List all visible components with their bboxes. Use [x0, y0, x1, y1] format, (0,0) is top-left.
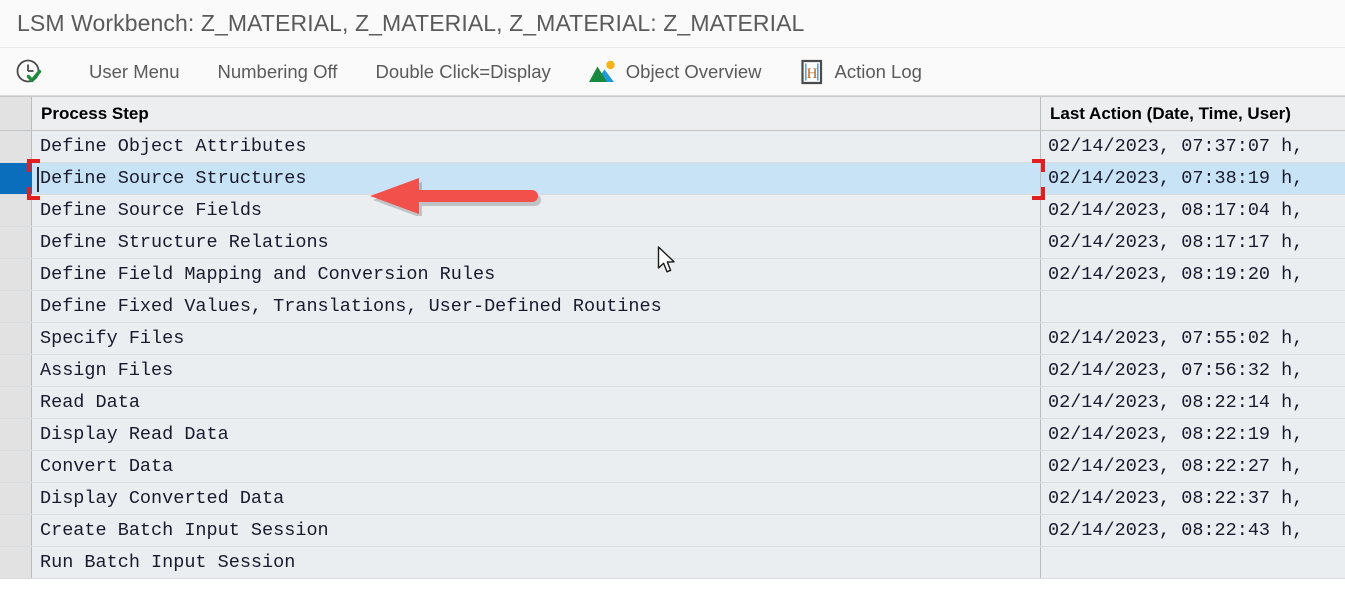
toolbar: User Menu Numbering Off Double Click=Dis…: [0, 48, 1345, 96]
table-row[interactable]: Define Field Mapping and Conversion Rule…: [0, 259, 1345, 291]
cell-last-action[interactable]: 02/14/2023, 08:22:19 h,: [1040, 419, 1345, 450]
cell-last-action[interactable]: 02/14/2023, 07:37:07 h,: [1040, 131, 1345, 162]
object-overview-label: Object Overview: [626, 61, 762, 83]
row-selector[interactable]: [0, 291, 32, 322]
cell-process-step[interactable]: Run Batch Input Session: [32, 547, 1040, 578]
cell-process-step[interactable]: Define Source Structures: [32, 163, 1040, 194]
status-check-button[interactable]: [6, 52, 61, 92]
cell-process-step[interactable]: Specify Files: [32, 323, 1040, 354]
table-row[interactable]: Read Data02/14/2023, 08:22:14 h,: [0, 387, 1345, 419]
header-gutter: [0, 97, 32, 130]
row-selector[interactable]: [0, 419, 32, 450]
table-row[interactable]: Run Batch Input Session: [0, 547, 1345, 579]
cell-last-action[interactable]: 02/14/2023, 08:19:20 h,: [1040, 259, 1345, 290]
action-log-icon: H: [799, 58, 825, 86]
table-row[interactable]: Create Batch Input Session02/14/2023, 08…: [0, 515, 1345, 547]
row-selector[interactable]: [0, 451, 32, 482]
table-row[interactable]: Define Source Structures02/14/2023, 07:3…: [0, 163, 1345, 195]
table-row[interactable]: Define Fixed Values, Translations, User-…: [0, 291, 1345, 323]
cell-last-action[interactable]: 02/14/2023, 08:22:37 h,: [1040, 483, 1345, 514]
cell-last-action[interactable]: 02/14/2023, 07:55:02 h,: [1040, 323, 1345, 354]
cell-process-step[interactable]: Define Object Attributes: [32, 131, 1040, 162]
cell-process-step[interactable]: Read Data: [32, 387, 1040, 418]
row-selector[interactable]: [0, 483, 32, 514]
cell-process-step[interactable]: Display Converted Data: [32, 483, 1040, 514]
cell-process-step[interactable]: Convert Data: [32, 451, 1040, 482]
action-log-label: Action Log: [834, 61, 921, 83]
row-selector[interactable]: [0, 355, 32, 386]
table-body: Define Object Attributes02/14/2023, 07:3…: [0, 131, 1345, 579]
row-selector[interactable]: [0, 163, 32, 194]
cell-process-step[interactable]: Define Source Fields: [32, 195, 1040, 226]
table-row[interactable]: Define Object Attributes02/14/2023, 07:3…: [0, 131, 1345, 163]
window-titlebar: LSM Workbench: Z_MATERIAL, Z_MATERIAL, Z…: [0, 0, 1345, 48]
table-row[interactable]: Convert Data02/14/2023, 08:22:27 h,: [0, 451, 1345, 483]
text-caret: [37, 167, 39, 192]
cell-process-step[interactable]: Define Fixed Values, Translations, User-…: [32, 291, 1040, 322]
row-selector[interactable]: [0, 259, 32, 290]
table-header-row: Process Step Last Action (Date, Time, Us…: [0, 97, 1345, 131]
table-row[interactable]: Specify Files02/14/2023, 07:55:02 h,: [0, 323, 1345, 355]
cell-last-action[interactable]: 02/14/2023, 07:56:32 h,: [1040, 355, 1345, 386]
cell-process-step[interactable]: Define Field Mapping and Conversion Rule…: [32, 259, 1040, 290]
cell-last-action[interactable]: 02/14/2023, 08:17:04 h,: [1040, 195, 1345, 226]
cell-last-action[interactable]: 02/14/2023, 07:38:19 h,: [1040, 163, 1345, 194]
row-selector[interactable]: [0, 387, 32, 418]
action-log-button[interactable]: H Action Log: [787, 52, 933, 92]
column-header-process-step[interactable]: Process Step: [32, 97, 1040, 130]
user-menu-button[interactable]: User Menu: [77, 52, 191, 92]
numbering-off-label: Numbering Off: [217, 61, 337, 83]
page-title: LSM Workbench: Z_MATERIAL, Z_MATERIAL, Z…: [17, 10, 804, 37]
cell-last-action[interactable]: [1040, 291, 1345, 322]
table-row[interactable]: Display Read Data02/14/2023, 08:22:19 h,: [0, 419, 1345, 451]
table-row[interactable]: Assign Files02/14/2023, 07:56:32 h,: [0, 355, 1345, 387]
cell-process-step[interactable]: Create Batch Input Session: [32, 515, 1040, 546]
row-selector[interactable]: [0, 515, 32, 546]
column-header-last-action[interactable]: Last Action (Date, Time, User): [1040, 97, 1345, 130]
row-selector[interactable]: [0, 323, 32, 354]
cell-last-action[interactable]: 02/14/2023, 08:22:43 h,: [1040, 515, 1345, 546]
double-click-display-button[interactable]: Double Click=Display: [363, 52, 562, 92]
table-row[interactable]: Display Converted Data02/14/2023, 08:22:…: [0, 483, 1345, 515]
image-overview-icon: [589, 60, 617, 84]
table-row[interactable]: Define Source Fields02/14/2023, 08:17:04…: [0, 195, 1345, 227]
row-selector[interactable]: [0, 547, 32, 578]
process-step-table: Process Step Last Action (Date, Time, Us…: [0, 96, 1345, 579]
clock-check-icon: [14, 57, 44, 87]
svg-text:H: H: [807, 66, 818, 82]
cell-last-action[interactable]: 02/14/2023, 08:22:14 h,: [1040, 387, 1345, 418]
row-selector[interactable]: [0, 227, 32, 258]
user-menu-label: User Menu: [89, 61, 179, 83]
object-overview-button[interactable]: Object Overview: [577, 52, 774, 92]
cell-last-action[interactable]: [1040, 547, 1345, 578]
cell-last-action[interactable]: 02/14/2023, 08:17:17 h,: [1040, 227, 1345, 258]
table-row[interactable]: Define Structure Relations02/14/2023, 08…: [0, 227, 1345, 259]
lsm-workbench-window: LSM Workbench: Z_MATERIAL, Z_MATERIAL, Z…: [0, 0, 1345, 595]
row-selector[interactable]: [0, 131, 32, 162]
row-selector[interactable]: [0, 195, 32, 226]
numbering-off-button[interactable]: Numbering Off: [205, 52, 349, 92]
cell-process-step[interactable]: Define Structure Relations: [32, 227, 1040, 258]
cell-last-action[interactable]: 02/14/2023, 08:22:27 h,: [1040, 451, 1345, 482]
double-click-display-label: Double Click=Display: [375, 61, 550, 83]
cell-process-step[interactable]: Display Read Data: [32, 419, 1040, 450]
cell-process-step[interactable]: Assign Files: [32, 355, 1040, 386]
